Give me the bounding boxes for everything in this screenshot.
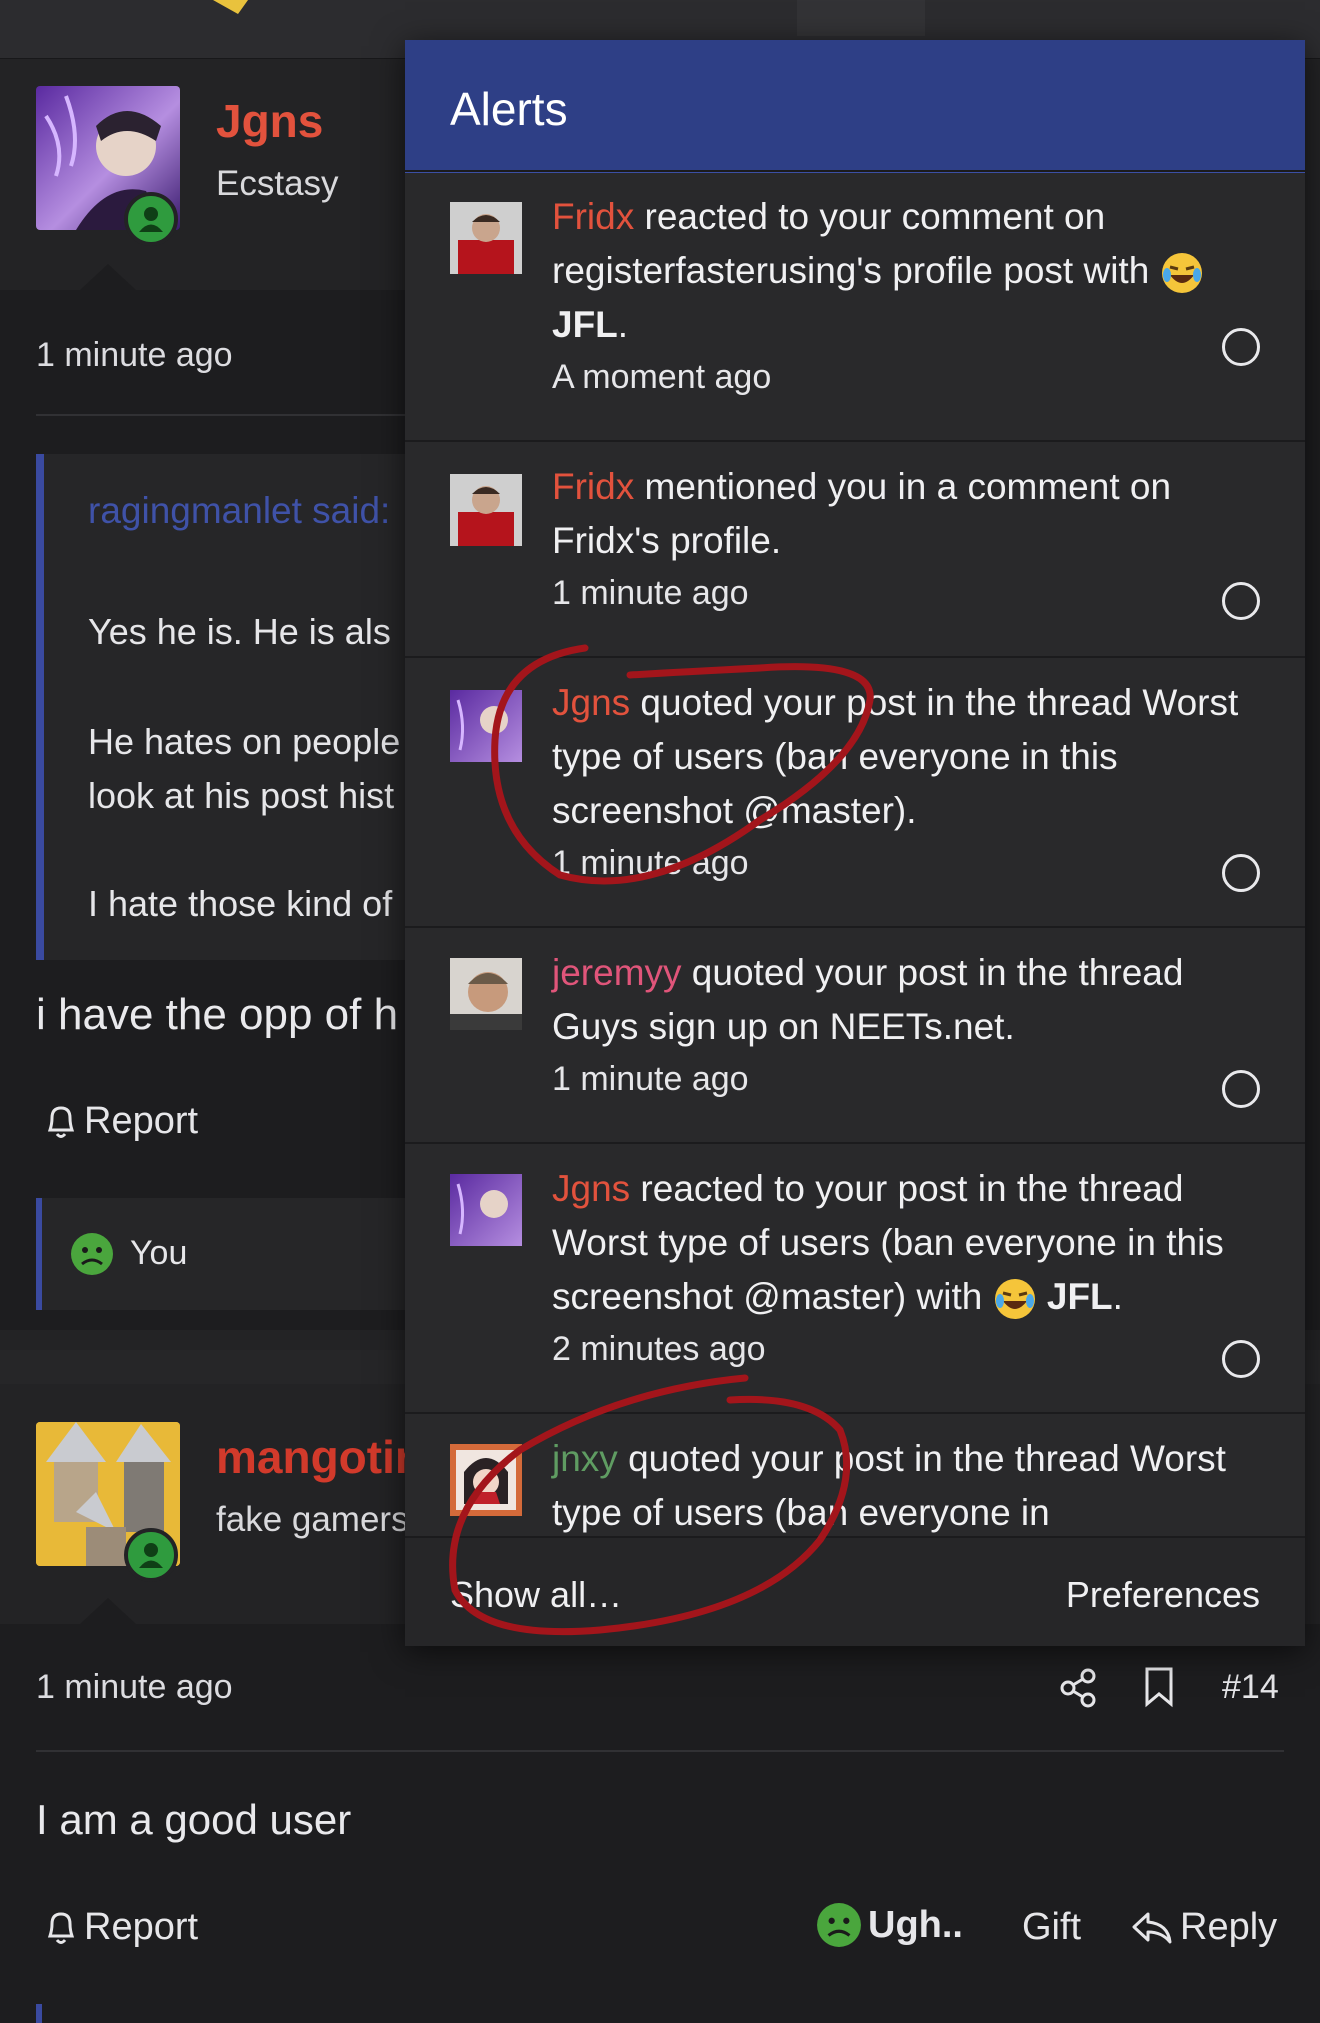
alert-avatar-image [450,958,522,1030]
alert-avatar-image [456,1183,508,1235]
alert-avatar-image [450,474,522,546]
user-title: Ecstasy [216,164,339,203]
report-button[interactable]: Report [44,1100,198,1143]
alert-username[interactable]: Jgns [552,682,630,723]
mark-read-toggle[interactable] [1222,328,1260,366]
alert-body: reacted to your comment on registerfaste… [552,196,1160,291]
post-time[interactable]: 1 minute ago [36,336,233,375]
alert-body: mentioned you in a comment on Fridx's pr… [552,466,1172,561]
alerts-nav-tab[interactable] [797,0,925,36]
gift-button[interactable]: Gift [1022,1906,1081,1949]
show-all-link[interactable]: Show all… [450,1574,622,1616]
preferences-link[interactable]: Preferences [1066,1574,1260,1616]
quote-line: look at his post hist [88,775,395,816]
alert-text: Jgns reacted to your post in the thread … [552,1162,1252,1374]
alert-username[interactable]: jnxy [552,1438,618,1479]
post-number[interactable]: #14 [1222,1668,1279,1707]
alert-time: A moment ago [552,358,772,396]
crying-laughing-emoji-icon [1161,253,1202,294]
divider [36,1750,1284,1752]
alert-avatar-image [456,699,508,751]
react-button[interactable]: Ugh.. [816,1902,963,1948]
quote-line: He hates on people [88,721,401,762]
reaction-name: JFL [1046,1276,1113,1317]
alert-body: quoted your post in the thread Worst typ… [552,682,1239,831]
next-quote-edge [36,2004,42,2023]
post-message: I am a good user [36,1796,352,1843]
reaction-user: You [130,1234,188,1272]
alerts-footer: Show all… Preferences [405,1536,1305,1646]
alert-avatar-image [450,202,522,274]
sick-face-icon [817,1903,861,1947]
alert-body: reacted to your post in the thread Worst… [552,1168,1224,1317]
logo-fragment [213,0,248,14]
report-button[interactable]: Report [44,1906,198,1949]
mark-read-toggle[interactable] [1222,1340,1260,1378]
online-status-icon [124,192,178,246]
crying-laughing-emoji-icon [994,1279,1035,1320]
alert-avatar[interactable] [450,474,522,546]
alert-avatar[interactable] [450,202,522,274]
alert-text: Fridx reacted to your comment on registe… [552,190,1252,402]
alert-item[interactable]: Fridx mentioned you in a comment on Frid… [405,440,1305,658]
alert-avatar[interactable] [450,690,522,762]
reply-button[interactable]: Reply [1130,1906,1277,1949]
alert-avatar[interactable] [450,1174,522,1246]
alert-text: Jgns quoted your post in the thread Wors… [552,676,1252,888]
alert-time: 1 minute ago [552,844,749,882]
alerts-dropdown: Alerts Fridx reacted to your comment on … [405,40,1305,1646]
alert-username[interactable]: Jgns [552,1168,630,1209]
alert-avatar-image [450,1444,522,1516]
alert-item[interactable]: Fridx reacted to your comment on registe… [405,170,1305,442]
share-icon[interactable] [1058,1668,1098,1708]
post-pointer [80,1598,136,1624]
alert-username[interactable]: jeremyy [552,952,682,993]
sick-face-icon [71,1233,113,1275]
reaction-name: JFL [552,304,618,345]
alerts-header: Alerts [405,40,1305,173]
post-pointer [80,264,136,290]
alert-time: 1 minute ago [552,1060,749,1098]
alert-avatar[interactable] [450,1444,522,1516]
username[interactable]: Jgns [216,94,323,148]
reply-icon [1132,1912,1172,1943]
username[interactable]: mangotir [216,1430,413,1484]
quote-line: Yes he is. He is als [88,611,391,652]
report-label: Report [84,1906,199,1948]
alert-body: quoted your post in the thread Worst typ… [552,1438,1226,1533]
alert-time: 2 minutes ago [552,1330,766,1368]
report-label: Report [84,1100,199,1142]
alert-username[interactable]: Fridx [552,196,634,237]
alert-item[interactable]: Jgns reacted to your post in the thread … [405,1142,1305,1414]
alert-text: Fridx mentioned you in a comment on Frid… [552,460,1252,618]
alert-avatar[interactable] [450,958,522,1030]
mark-read-toggle[interactable] [1222,1070,1260,1108]
mark-read-toggle[interactable] [1222,582,1260,620]
quote-author[interactable]: ragingmanlet said: [88,490,390,532]
alert-item[interactable]: jeremyy quoted your post in the thread G… [405,926,1305,1144]
quote-line: I hate those kind of [88,883,393,924]
alert-username[interactable]: Fridx [552,466,634,507]
user-title: fake gamers [216,1500,409,1539]
reply-label: Reply [1180,1906,1278,1948]
alert-tail: . [617,304,629,345]
reaction-label: Ugh.. [868,1903,963,1946]
alert-tail: . [1112,1276,1123,1317]
mark-read-toggle[interactable] [1222,854,1260,892]
alert-text: jeremyy quoted your post in the thread G… [552,946,1252,1104]
bookmark-icon[interactable] [1144,1666,1174,1708]
post-time[interactable]: 1 minute ago [36,1668,233,1707]
alerts-title: Alerts [450,83,568,135]
online-status-icon [124,1528,178,1582]
bell-icon [47,1105,75,1138]
gift-label: Gift [1022,1906,1082,1948]
bell-icon [47,1911,75,1944]
alert-text: jnxy quoted your post in the thread Wors… [552,1432,1252,1538]
alert-time: 1 minute ago [552,574,749,612]
alert-item[interactable]: jnxy quoted your post in the thread Wors… [405,1412,1305,1538]
post-message: i have the opp of h [36,990,399,1039]
alert-item[interactable]: Jgns quoted your post in the thread Wors… [405,656,1305,928]
